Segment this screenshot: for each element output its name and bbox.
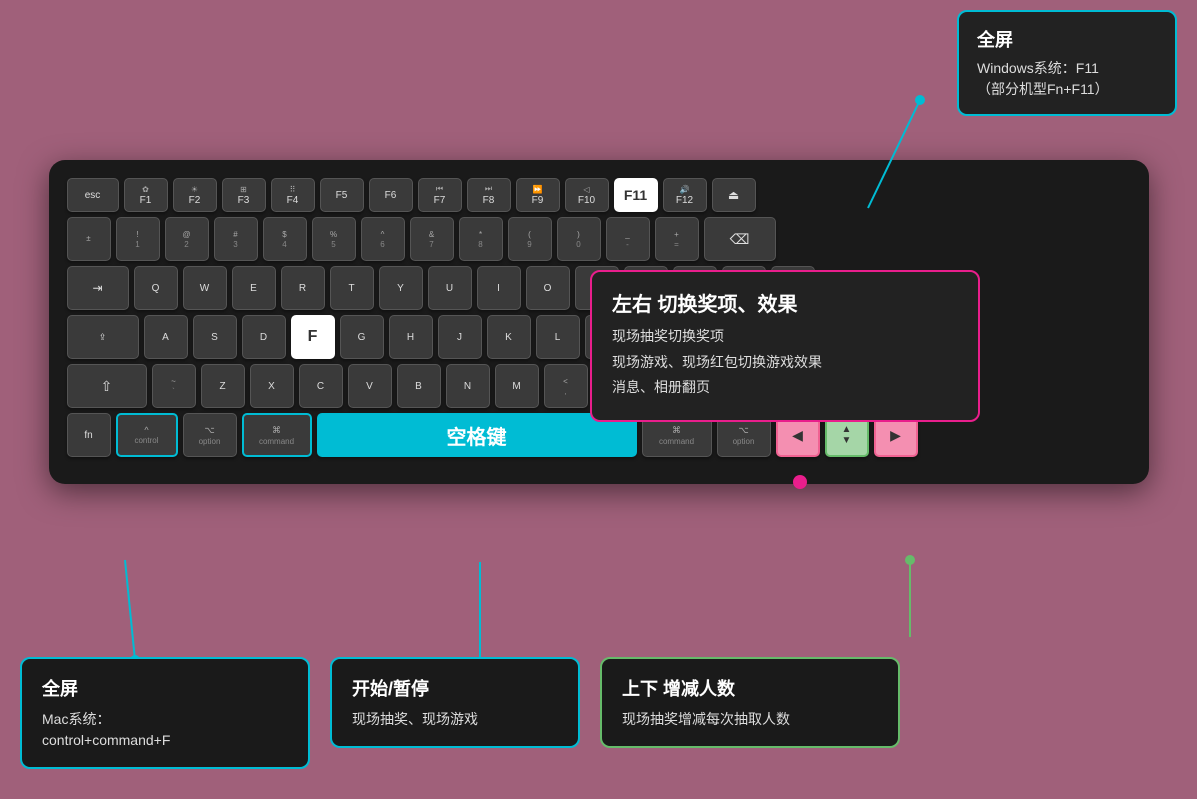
key-3[interactable]: # 3	[214, 217, 258, 261]
key-5[interactable]: % 5	[312, 217, 356, 261]
key-minus[interactable]: _ -	[606, 217, 650, 261]
key-a[interactable]: A	[144, 315, 188, 359]
key-t[interactable]: T	[330, 266, 374, 310]
tooltip-space: 开始/暂停 现场抽奖、现场游戏	[330, 657, 580, 748]
key-f7[interactable]: ⏮ F7	[418, 178, 462, 212]
key-c[interactable]: X	[250, 364, 294, 408]
tooltip-updown-title: 上下 增减人数	[622, 675, 878, 701]
tooltip-space-title: 开始/暂停	[352, 675, 558, 701]
key-h[interactable]: H	[389, 315, 433, 359]
key-i[interactable]: I	[477, 266, 521, 310]
key-0[interactable]: ) 0	[557, 217, 601, 261]
tooltip-win-title: 全屏	[977, 26, 1157, 52]
key-7[interactable]: & 7	[410, 217, 454, 261]
key-comma[interactable]: <,	[544, 364, 588, 408]
key-d[interactable]: D	[242, 315, 286, 359]
key-f3[interactable]: ⊞ F3	[222, 178, 266, 212]
key-z[interactable]: ~`	[152, 364, 196, 408]
key-backtick[interactable]: ±	[67, 217, 111, 261]
key-option-left[interactable]: ⌥ option	[183, 413, 237, 457]
key-eject[interactable]: ⏏	[712, 178, 756, 212]
key-f[interactable]: F	[291, 315, 335, 359]
bottom-tooltips: 全屏 Mac系统： control+command+F 开始/暂停 现场抽奖、现…	[20, 657, 1177, 769]
key-9[interactable]: ( 9	[508, 217, 552, 261]
key-1[interactable]: ! 1	[116, 217, 160, 261]
key-control[interactable]: ^ control	[116, 413, 178, 457]
key-f5[interactable]: F5	[320, 178, 364, 212]
tooltip-fullscreen-windows: 全屏 Windows系统：F11 （部分机型Fn+F11）	[957, 10, 1177, 116]
key-fn[interactable]: fn	[67, 413, 111, 457]
key-tab[interactable]: ⇥	[67, 266, 129, 310]
key-f2[interactable]: ☀ F2	[173, 178, 217, 212]
key-g[interactable]: G	[340, 315, 384, 359]
key-f6[interactable]: F6	[369, 178, 413, 212]
key-esc[interactable]: esc	[67, 178, 119, 212]
key-f10[interactable]: ◁ F10	[565, 178, 609, 212]
key-q[interactable]: Q	[134, 266, 178, 310]
tooltip-lr-item1: 现场抽奖切换奖项	[612, 327, 958, 347]
key-l[interactable]: L	[536, 315, 580, 359]
tooltip-mac-body: Mac系统： control+command+F	[42, 709, 288, 751]
key-f1[interactable]: ✿ F1	[124, 178, 168, 212]
key-e[interactable]: E	[232, 266, 276, 310]
key-space[interactable]: 空格键	[317, 413, 637, 457]
tooltip-win-body: Windows系统：F11 （部分机型Fn+F11）	[977, 58, 1157, 100]
tooltip-mac-fullscreen: 全屏 Mac系统： control+command+F	[20, 657, 310, 769]
tooltip-lr-title: 左右 切换奖项、效果	[612, 288, 958, 317]
key-f8[interactable]: ⏭ F8	[467, 178, 511, 212]
key-f11[interactable]: F11	[614, 178, 658, 212]
key-equals[interactable]: + =	[655, 217, 699, 261]
number-row: ± ! 1 @ 2 # 3 $ 4 % 5 ^	[67, 217, 1131, 261]
key-f4[interactable]: ⠿ F4	[271, 178, 315, 212]
key-f9[interactable]: ⏩ F9	[516, 178, 560, 212]
tooltip-updown-body: 现场抽奖增减每次抽取人数	[622, 709, 878, 730]
key-k[interactable]: K	[487, 315, 531, 359]
key-comma-row[interactable]: M	[495, 364, 539, 408]
key-backspace[interactable]: ⌫	[704, 217, 776, 261]
key-shift-left[interactable]: ⇧	[67, 364, 147, 408]
tooltip-lr-item3: 消息、相册翻页	[612, 378, 958, 398]
function-row: esc ✿ F1 ☀ F2 ⊞ F3 ⠿ F4 F5 F6	[67, 178, 1131, 212]
key-j[interactable]: J	[438, 315, 482, 359]
key-f12[interactable]: 🔊 F12	[663, 178, 707, 212]
key-b[interactable]: V	[348, 364, 392, 408]
key-x[interactable]: Z	[201, 364, 245, 408]
key-8[interactable]: * 8	[459, 217, 503, 261]
key-caps[interactable]: ⇪	[67, 315, 139, 359]
key-v[interactable]: C	[299, 364, 343, 408]
tooltip-updown: 上下 增减人数 现场抽奖增减每次抽取人数	[600, 657, 900, 748]
key-2[interactable]: @ 2	[165, 217, 209, 261]
tooltip-leftright: 左右 切换奖项、效果 现场抽奖切换奖项 现场游戏、现场红包切换游戏效果 消息、相…	[590, 270, 980, 422]
key-w[interactable]: W	[183, 266, 227, 310]
key-o[interactable]: O	[526, 266, 570, 310]
key-r[interactable]: R	[281, 266, 325, 310]
key-m[interactable]: N	[446, 364, 490, 408]
tooltip-mac-title: 全屏	[42, 675, 288, 701]
key-4[interactable]: $ 4	[263, 217, 307, 261]
key-s[interactable]: S	[193, 315, 237, 359]
tooltip-lr-item2: 现场游戏、现场红包切换游戏效果	[612, 353, 958, 373]
key-command-left[interactable]: ⌘ command	[242, 413, 312, 457]
key-u[interactable]: U	[428, 266, 472, 310]
tooltip-space-body: 现场抽奖、现场游戏	[352, 709, 558, 730]
key-6[interactable]: ^ 6	[361, 217, 405, 261]
key-y[interactable]: Y	[379, 266, 423, 310]
key-n[interactable]: B	[397, 364, 441, 408]
